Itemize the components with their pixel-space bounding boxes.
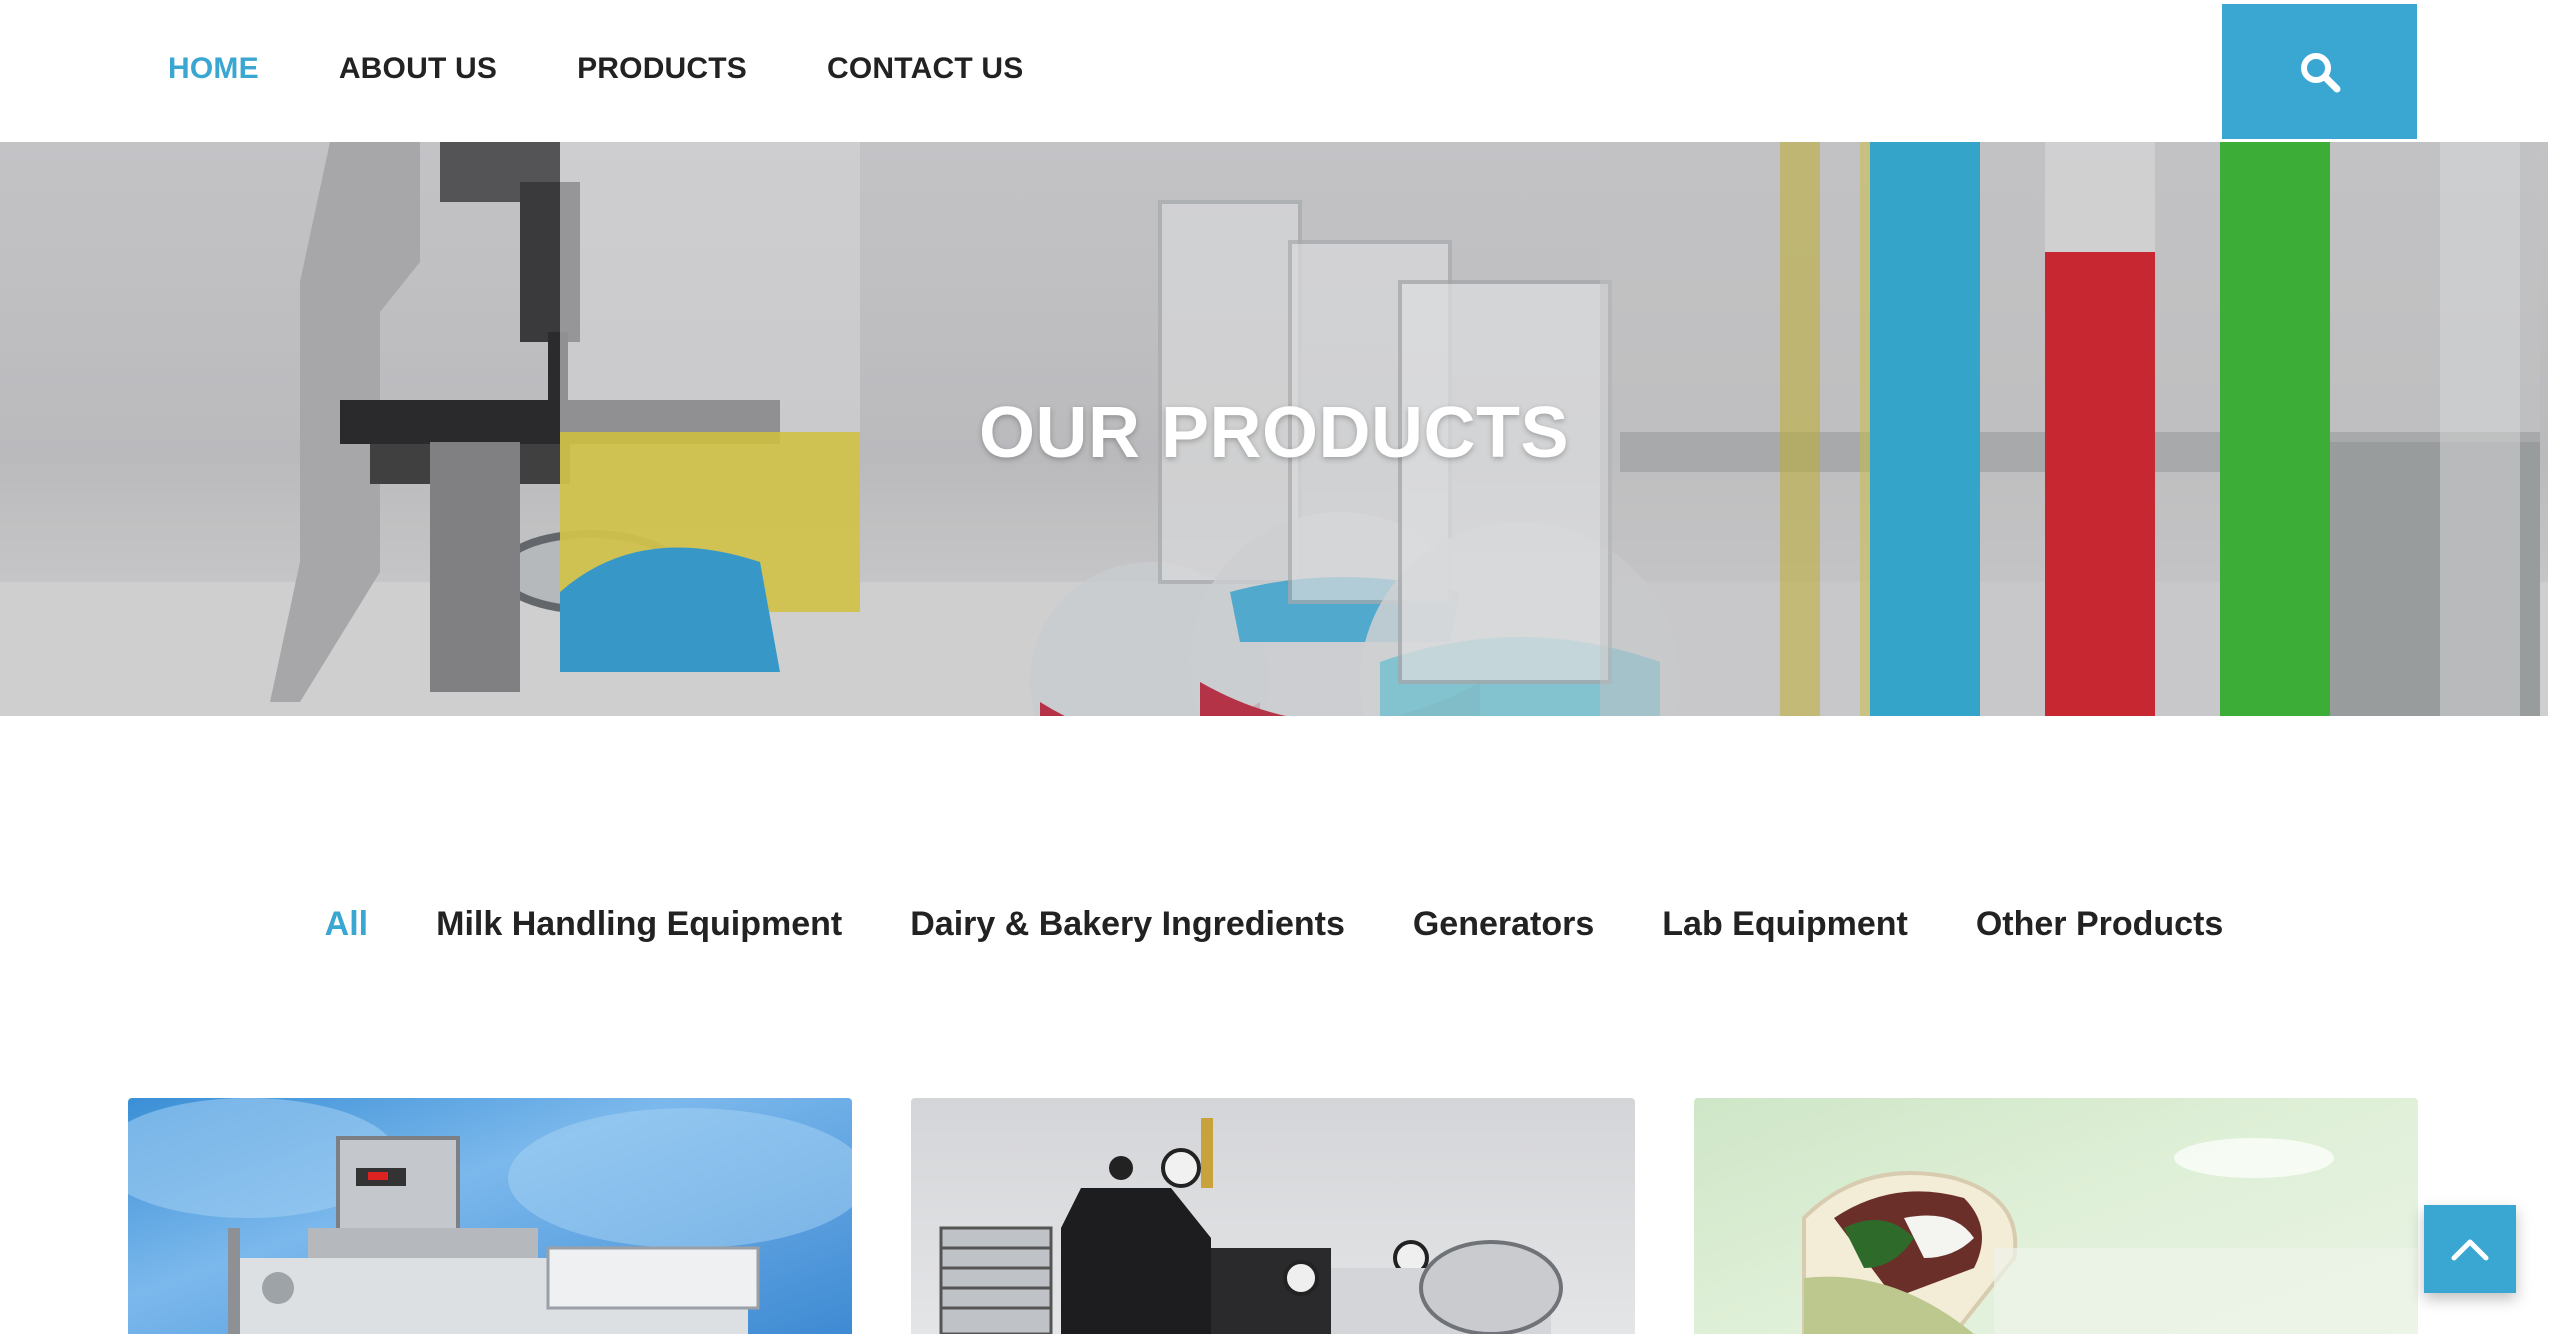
back-to-top-button[interactable] — [2424, 1205, 2516, 1293]
generator-compressor-image — [939, 1118, 1563, 1334]
search-button[interactable] — [2222, 4, 2417, 139]
chevron-up-icon — [2451, 1239, 2489, 1261]
nav-home[interactable]: HOME — [168, 52, 259, 86]
product-card[interactable] — [128, 1098, 852, 1334]
filter-all[interactable]: All — [325, 905, 368, 944]
page-title: OUR PRODUCTS — [978, 393, 1569, 473]
product-category-filters: All Milk Handling Equipment Dairy & Bake… — [0, 905, 2548, 944]
nav-about-us[interactable]: ABOUT US — [339, 52, 497, 86]
wrap-sandwich-image — [1802, 1138, 2418, 1334]
search-icon — [2300, 52, 2340, 92]
filter-dairy-bakery-ingredients[interactable]: Dairy & Bakery Ingredients — [910, 905, 1345, 944]
hero-banner: OUR PRODUCTS — [0, 142, 2548, 716]
filter-lab-equipment[interactable]: Lab Equipment — [1662, 905, 1908, 944]
milk-processing-machine-image — [128, 1098, 852, 1334]
nav-contact-us[interactable]: CONTACT US — [827, 52, 1023, 86]
filter-milk-handling-equipment[interactable]: Milk Handling Equipment — [436, 905, 842, 944]
main-menu: HOME ABOUT US PRODUCTS CONTACT US — [168, 52, 1103, 86]
product-card[interactable] — [1694, 1098, 2418, 1334]
nav-products[interactable]: PRODUCTS — [577, 52, 747, 86]
top-navigation: HOME ABOUT US PRODUCTS CONTACT US — [0, 0, 2560, 142]
filter-generators[interactable]: Generators — [1413, 905, 1594, 944]
product-card[interactable] — [911, 1098, 1635, 1334]
filter-other-products[interactable]: Other Products — [1976, 905, 2223, 944]
